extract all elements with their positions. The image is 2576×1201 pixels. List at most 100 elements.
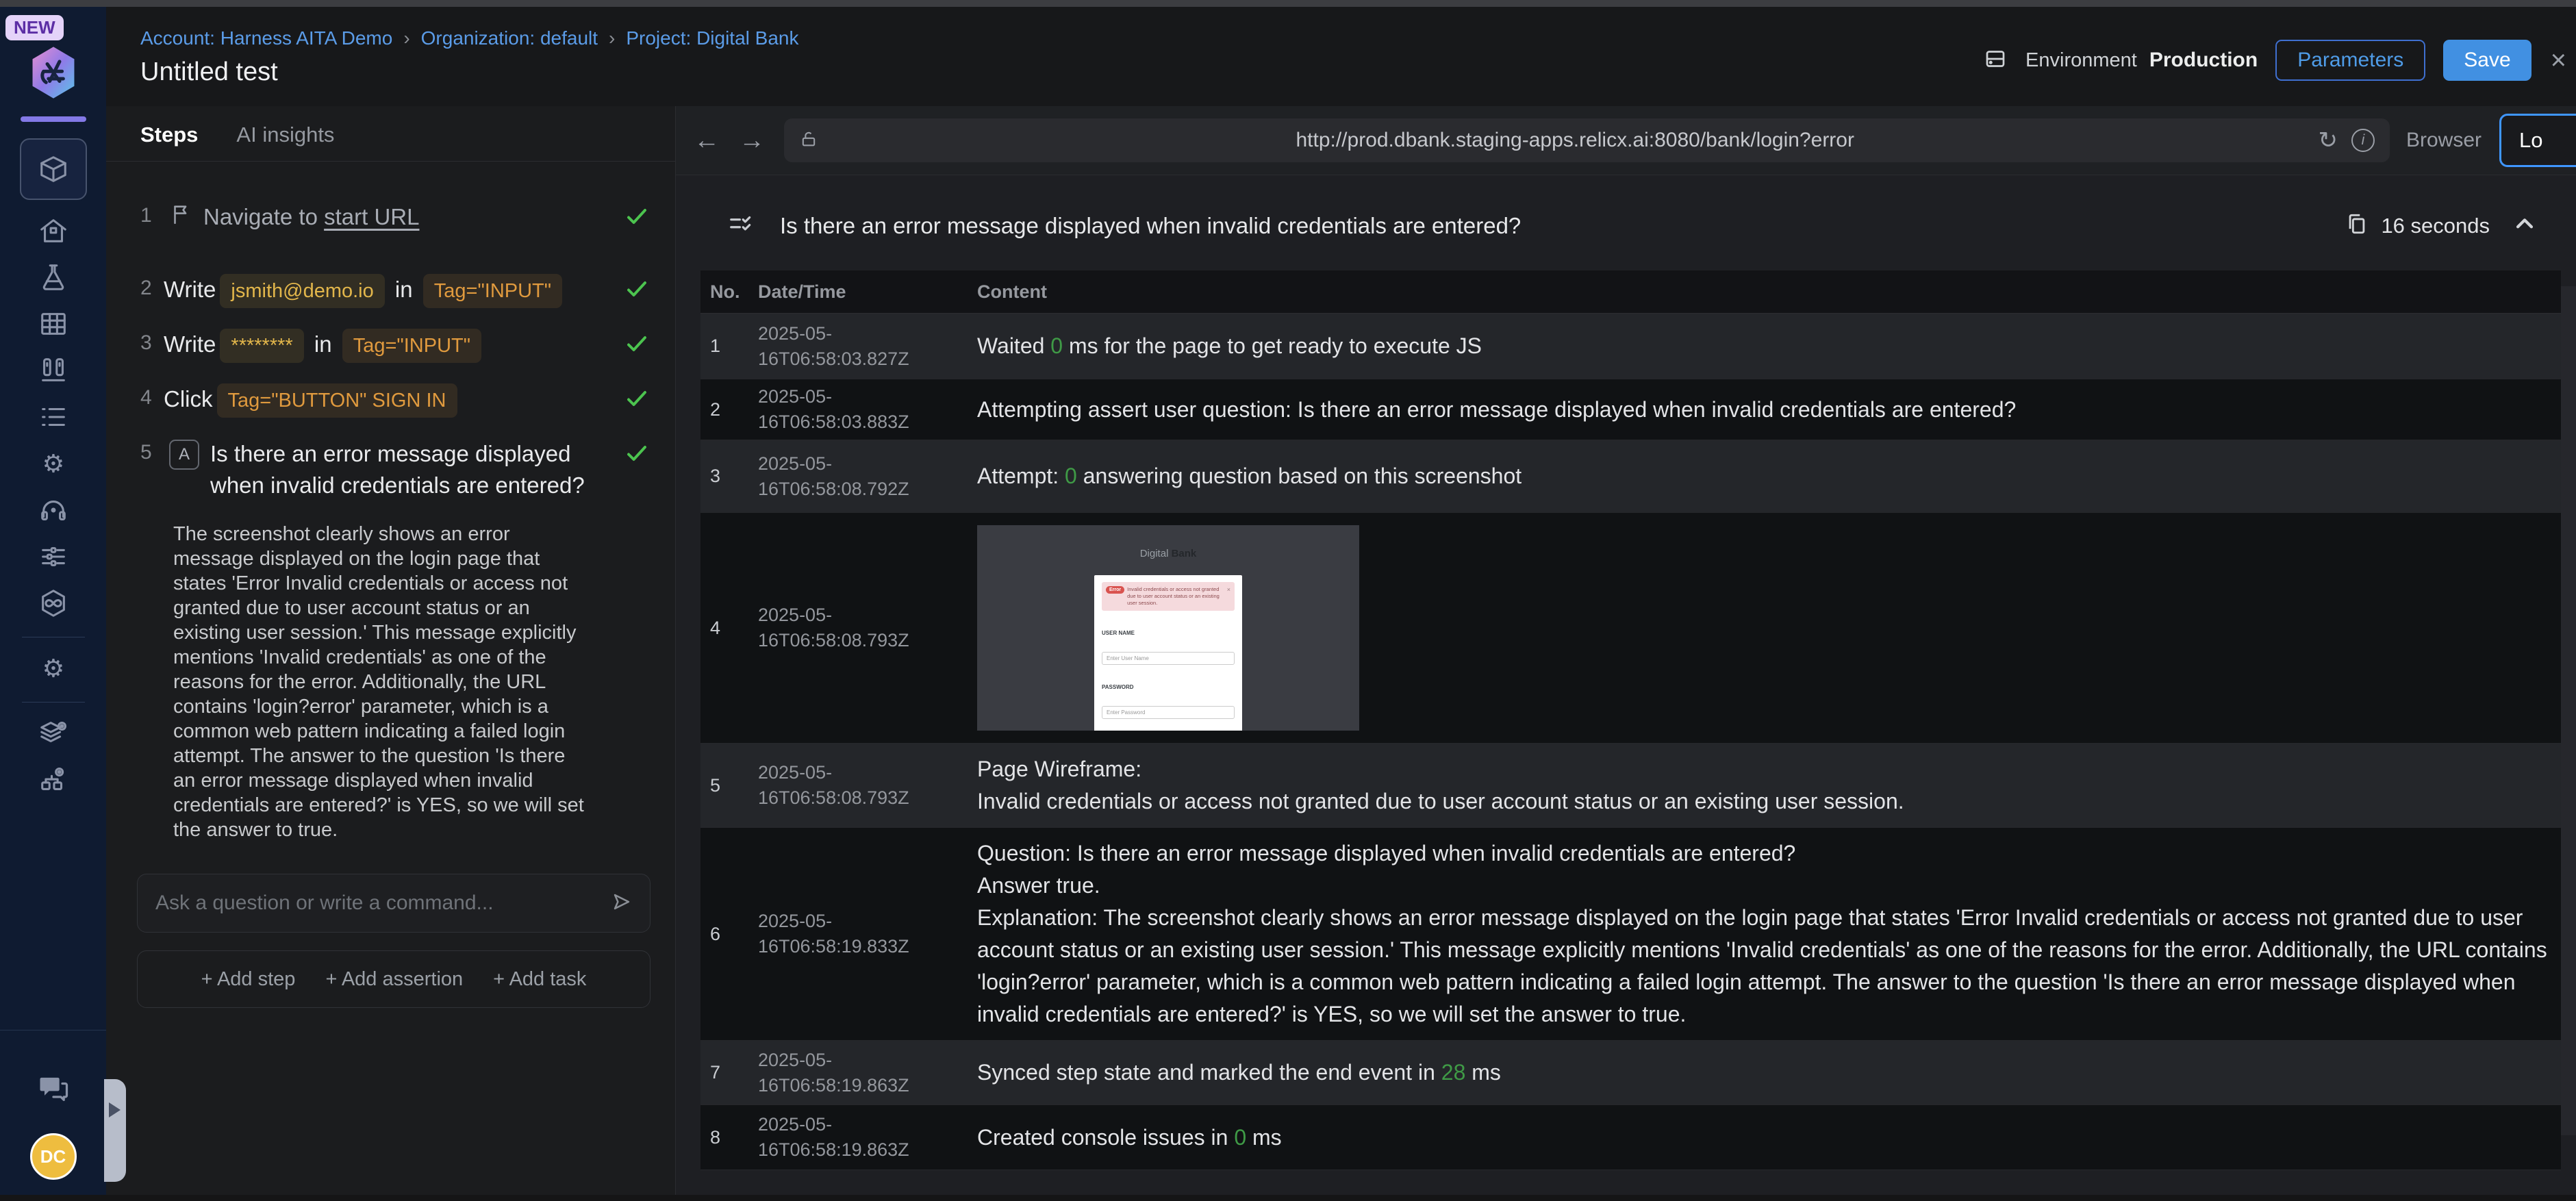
info-icon[interactable]: i — [2351, 129, 2375, 152]
panel-collapse-handle[interactable] — [104, 1079, 126, 1182]
green-metric-value: 0 — [1050, 333, 1063, 358]
column-header-content: Content — [977, 281, 1047, 302]
sidebar-item-cards-icon[interactable] — [38, 355, 69, 386]
thumb-login-card: Error Invalid credentials or access not … — [1094, 575, 1242, 731]
page-header: Account: Harness AITA Demo › Organizatio… — [106, 7, 2576, 106]
sidebar-footer: ? DC — [0, 1030, 106, 1195]
ask-command-input[interactable] — [154, 891, 610, 915]
new-badge: NEW — [5, 15, 64, 40]
log-table-row: 7 2025-05- 16T06:58:19.863Z Synced step sta… — [700, 1041, 2561, 1105]
log-text-segment: Explanation: The screenshot clearly show… — [977, 905, 2547, 1026]
log-text-segment: Question: Is there an error message disp… — [977, 841, 1796, 865]
sidebar: NEW ⚙ ⚙ ? DC — [0, 7, 106, 1195]
tab-ai-insights[interactable]: AI insights — [236, 123, 334, 161]
parameters-button[interactable]: Parameters — [2275, 40, 2426, 81]
thumb-app-title: Digital Bank — [1139, 548, 1197, 559]
page-title: Untitled test — [140, 58, 278, 86]
browser-toggle[interactable]: Browser — [2406, 129, 2482, 152]
log-text-segment: answering question based on this screens… — [1076, 464, 1522, 488]
column-header-datetime: Date/Time — [758, 281, 846, 302]
close-icon[interactable]: × — [2551, 45, 2566, 76]
step-text-segment: Is there an error message displayed when… — [210, 441, 585, 498]
sidebar-item-home-icon[interactable] — [38, 215, 69, 246]
tab-steps[interactable]: Steps — [140, 123, 198, 161]
log-row-content: Attempt: 0 answering question based on t… — [957, 451, 2561, 502]
environment-value[interactable]: Production — [2149, 49, 2258, 72]
copy-icon[interactable] — [2345, 212, 2369, 239]
step-number: 5 — [140, 441, 152, 464]
add-assertion-button[interactable]: + Add assertion — [325, 968, 463, 991]
svg-text:⚙: ⚙ — [42, 449, 64, 477]
log-row-number: 7 — [710, 1062, 721, 1083]
step-text: Click Tag="BUTTON" SIGN IN — [164, 383, 616, 418]
send-icon[interactable] — [610, 890, 633, 917]
save-button[interactable]: Save — [2443, 40, 2531, 81]
screenshot-thumbnail[interactable]: Digital Bank Error Invalid credentials o… — [977, 525, 1359, 731]
help-chat-icon[interactable]: ? — [36, 1070, 71, 1106]
locator-chip: Tag="INPUT" — [422, 274, 563, 308]
forward-icon[interactable]: → — [739, 126, 765, 155]
step-text-segment: Write — [164, 331, 216, 357]
start-url-link[interactable]: start URL — [324, 204, 419, 229]
harness-logo[interactable] — [24, 43, 83, 105]
step-row[interactable]: 2 Write jsmith@demo.io in Tag="INPUT" — [140, 274, 649, 308]
step-row[interactable]: 1 Navigate to start URL — [140, 201, 649, 233]
url-text[interactable]: http://prod.dbank.staging-apps.relicx.ai… — [832, 129, 2318, 152]
sidebar-item-modules-icon[interactable] — [19, 138, 87, 200]
log-row-content: Attempting assert user question: Is ther… — [957, 384, 2561, 435]
sidebar-item-support-icon[interactable] — [38, 494, 69, 526]
sidebar-item-grid-icon[interactable] — [38, 308, 69, 340]
environment-icon — [1983, 47, 2008, 75]
sidebar-item-lab-icon[interactable] — [38, 262, 69, 293]
breadcrumb-project[interactable]: Project: Digital Bank — [626, 27, 798, 49]
log-row-content: Created console issues in 0 ms — [957, 1112, 2561, 1163]
log-text-segment: Answer true. — [977, 873, 1100, 898]
sidebar-item-list-icon[interactable] — [38, 401, 69, 433]
refresh-icon[interactable]: ↻ — [2318, 127, 2338, 154]
step-row[interactable]: 4 Click Tag="BUTTON" SIGN IN — [140, 383, 649, 418]
sidebar-item-layers-settings-icon[interactable] — [38, 718, 69, 749]
browser-bar: ← → http://prod.dbank.staging-apps.relic… — [676, 106, 2576, 175]
flag-icon — [169, 201, 192, 229]
log-row-number: 1 — [710, 336, 721, 356]
step-row[interactable]: 5 A Is there an error message displayed wh… — [140, 438, 649, 501]
step-success-check-icon — [624, 383, 649, 414]
log-row-datetime: 2025-05- 16T06:58:08.793Z — [758, 762, 909, 808]
log-row-content: Page Wireframe: Invalid credentials or ac… — [957, 744, 2561, 827]
log-row-number: 5 — [710, 774, 721, 796]
add-step-button[interactable]: + Add step — [201, 968, 296, 991]
log-text-segment: Attempt: — [977, 464, 1065, 488]
step-text: Write ******** in Tag="INPUT" — [164, 329, 616, 363]
log-row-datetime: 2025-05- 16T06:58:19.833Z — [758, 911, 909, 957]
sidebar-divider — [0, 1030, 106, 1031]
user-avatar[interactable]: DC — [29, 1133, 77, 1180]
breadcrumb-organization[interactable]: Organization: default — [421, 27, 598, 49]
lock-icon — [799, 129, 818, 152]
chevron-up-icon[interactable] — [2513, 212, 2536, 239]
log-text-segment: Page Wireframe: — [977, 757, 1142, 781]
log-question-row[interactable]: Is there an error message displayed when… — [676, 175, 2576, 270]
log-text-segment: Attempting assert user question: Is ther… — [977, 396, 2017, 422]
log-row-number: 4 — [710, 617, 721, 638]
log-row-datetime: 2025-05- 16T06:58:03.827Z — [758, 323, 909, 369]
back-icon[interactable]: ← — [694, 126, 720, 155]
step-text-segment: Navigate to — [203, 204, 325, 229]
sidebar-item-infinity-icon[interactable] — [38, 587, 69, 619]
logs-toggle[interactable]: Lo — [2499, 114, 2576, 167]
log-row-number: 2 — [710, 399, 721, 420]
scrollbar[interactable] — [2561, 286, 2576, 1135]
step-text-segment: in — [388, 277, 419, 302]
sidebar-item-settings-icon[interactable]: ⚙ — [38, 448, 69, 479]
sidebar-item-pipeline-icon[interactable] — [38, 541, 69, 572]
log-table-row: 3 2025-05- 16T06:58:08.792Z Attempt: 0 answ… — [700, 440, 2561, 513]
step-row[interactable]: 3 Write ******** in Tag="INPUT" — [140, 329, 649, 363]
url-bar[interactable]: http://prod.dbank.staging-apps.relicx.ai… — [784, 118, 2390, 162]
sidebar-item-org-settings-icon[interactable] — [38, 764, 69, 796]
breadcrumb-separator: › — [609, 27, 616, 49]
log-row-datetime: 2025-05- 16T06:58:03.883Z — [758, 386, 909, 432]
log-row-number: 6 — [710, 923, 721, 944]
sidebar-item-project-settings-icon[interactable]: ⚙ — [38, 653, 69, 684]
log-text-segment: Invalid credentials or access not grante… — [977, 789, 1904, 813]
add-task-button[interactable]: + Add task — [493, 968, 586, 991]
breadcrumb-account[interactable]: Account: Harness AITA Demo — [140, 27, 392, 49]
